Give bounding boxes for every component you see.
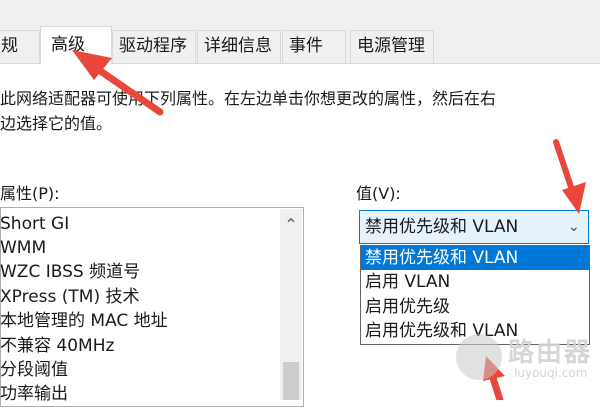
arrow-to-dropdown [553,139,586,214]
arrow-to-advanced-tab [72,50,164,116]
watermark-text: 路由器 [508,338,593,368]
watermark-logo-icon [456,334,502,380]
watermark-url: luyouqi.com [514,366,588,380]
